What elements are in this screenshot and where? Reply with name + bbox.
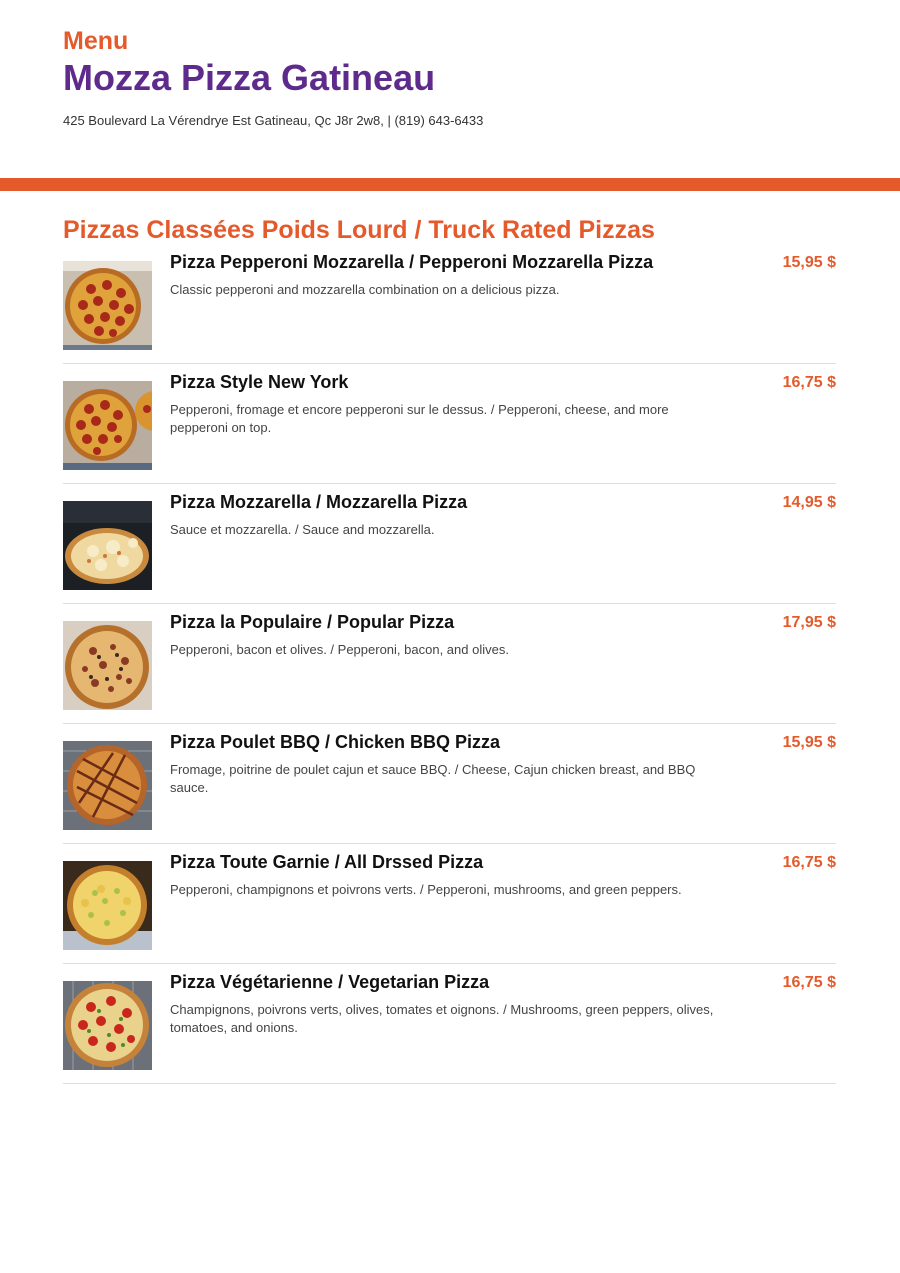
cheese-pizza-photo (63, 501, 152, 590)
menu-item: Pizza Végétarienne / Vegetarian Pizza Ch… (63, 965, 836, 1084)
item-name: Pizza Végétarienne / Vegetarian Pizza (170, 972, 490, 992)
pepperoni-pizza-photo (63, 381, 152, 470)
section-title: Pizzas Classées Poids Lourd / Truck Rate… (63, 216, 655, 244)
item-name: Pizza Pepperoni Mozzarella / Pepperoni M… (170, 252, 654, 272)
header: Menu Mozza Pizza Gatineau 425 Boulevard … (63, 27, 843, 129)
all-dressed-pizza-photo (63, 861, 152, 950)
item-description: Fromage, poitrine de poulet cajun et sau… (170, 762, 696, 795)
restaurant-address: 425 Boulevard La Vérendrye Est Gatineau,… (63, 113, 484, 128)
restaurant-name: Mozza Pizza Gatineau (63, 57, 436, 98)
menu-label: Menu (63, 27, 129, 55)
item-price: 16,75 $ (782, 854, 836, 871)
menu-item: Pizza Style New York Pepperoni, fromage … (63, 365, 836, 484)
item-description: Champignons, poivrons verts, olives, tom… (170, 1002, 714, 1035)
menu-item: Pizza Toute Garnie / All Drssed Pizza Pe… (63, 845, 836, 964)
item-name: Pizza Mozzarella / Mozzarella Pizza (170, 492, 468, 512)
item-price: 15,95 $ (782, 254, 836, 271)
item-description: Pepperoni, bacon et olives. / Pepperoni,… (170, 642, 509, 657)
item-name: Pizza Poulet BBQ / Chicken BBQ Pizza (170, 732, 501, 752)
item-price: 16,75 $ (782, 374, 836, 391)
header-divider-bar (0, 178, 900, 191)
item-description: Sauce et mozzarella. / Sauce and mozzare… (170, 522, 435, 537)
item-price: 16,75 $ (782, 974, 836, 991)
bbq-chicken-pizza-photo (63, 741, 152, 830)
menu-item: Pizza Pepperoni Mozzarella / Pepperoni M… (63, 245, 836, 364)
item-name: Pizza la Populaire / Popular Pizza (170, 612, 455, 632)
menu-item: Pizza Poulet BBQ / Chicken BBQ Pizza Fro… (63, 725, 836, 844)
item-name: Pizza Toute Garnie / All Drssed Pizza (170, 852, 484, 872)
item-name: Pizza Style New York (170, 372, 349, 392)
vegetarian-pizza-photo (63, 981, 152, 1070)
item-price: 15,95 $ (782, 734, 836, 751)
item-price: 17,95 $ (782, 614, 836, 631)
menu-page: Menu Mozza Pizza Gatineau 425 Boulevard … (0, 0, 900, 1273)
item-price: 14,95 $ (782, 494, 836, 511)
item-description: Pepperoni, fromage et encore pepperoni s… (170, 402, 669, 435)
menu-items-list: Pizza Pepperoni Mozzarella / Pepperoni M… (63, 245, 836, 1085)
menu-item: Pizza la Populaire / Popular Pizza Peppe… (63, 605, 836, 724)
menu-item: Pizza Mozzarella / Mozzarella Pizza Sauc… (63, 485, 836, 604)
popular-pizza-photo (63, 621, 152, 710)
pepperoni-pizza-photo (63, 261, 152, 350)
item-description: Classic pepperoni and mozzarella combina… (170, 282, 560, 297)
item-description: Pepperoni, champignons et poivrons verts… (170, 882, 682, 897)
